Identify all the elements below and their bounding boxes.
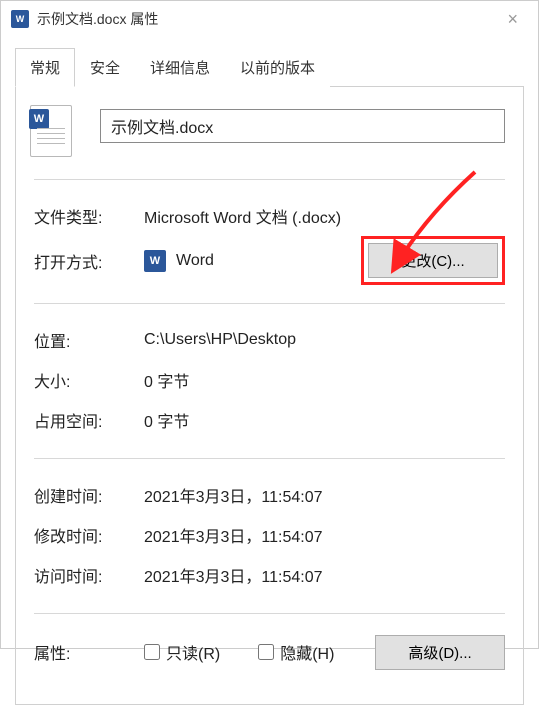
close-button[interactable]: × [497,5,528,34]
tab-security[interactable]: 安全 [75,48,135,87]
word-small-icon: W [144,250,166,272]
tab-general[interactable]: 常规 [15,48,75,87]
tab-content: W 文件类型: Microsoft Word 文档 (.docx) 打开方式: … [15,87,524,705]
tab-previous-versions[interactable]: 以前的版本 [225,48,330,87]
open-with-value: Word [176,252,214,270]
window-title: 示例文档.docx 属性 [37,9,158,29]
readonly-checkbox-label: 只读(R) [166,640,220,664]
properties-dialog: W 示例文档.docx 属性 × 常规 安全 详细信息 以前的版本 W [0,0,539,649]
location-value: C:\Users\HP\Desktop [144,331,505,349]
file-type-label: 文件类型: [34,204,144,228]
created-value: 2021年3月3日，11:54:07 [144,483,505,507]
open-with-label: 打开方式: [34,249,144,273]
tab-details[interactable]: 详细信息 [135,48,225,87]
accessed-value: 2021年3月3日，11:54:07 [144,563,505,587]
tabs: 常规 安全 详细信息 以前的版本 [15,47,524,87]
size-on-disk-label: 占用空间: [34,408,144,432]
size-on-disk-value: 0 字节 [144,408,505,432]
change-button-highlight: 更改(C)... [361,236,505,285]
advanced-button[interactable]: 高级(D)... [375,635,505,670]
document-icon: W [30,105,72,157]
attributes-label: 属性: [34,640,144,664]
word-app-icon: W [11,10,29,28]
size-label: 大小: [34,368,144,392]
hidden-checkbox-label: 隐藏(H) [280,640,334,664]
created-label: 创建时间: [34,483,144,507]
titlebar: W 示例文档.docx 属性 × [1,1,538,37]
readonly-checkbox-input[interactable] [144,644,160,660]
change-button[interactable]: 更改(C)... [368,243,498,278]
filename-input[interactable] [100,109,505,143]
size-value: 0 字节 [144,368,505,392]
modified-value: 2021年3月3日，11:54:07 [144,523,505,547]
readonly-checkbox[interactable]: 只读(R) [144,640,220,664]
hidden-checkbox-input[interactable] [258,644,274,660]
svg-text:W: W [16,14,25,24]
hidden-checkbox[interactable]: 隐藏(H) [258,640,334,664]
accessed-label: 访问时间: [34,563,144,587]
modified-label: 修改时间: [34,523,144,547]
file-type-value: Microsoft Word 文档 (.docx) [144,204,505,228]
location-label: 位置: [34,328,144,352]
